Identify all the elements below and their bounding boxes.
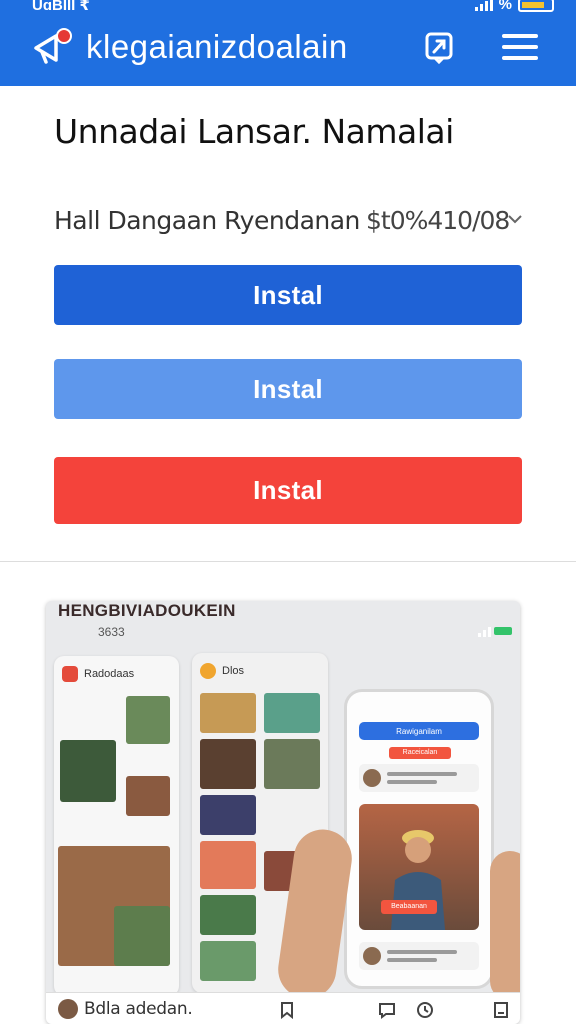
thumbnail xyxy=(114,906,170,966)
chat-icon[interactable] xyxy=(378,1001,396,1019)
app-title: klegaianizdoalain xyxy=(86,28,348,65)
thumbnail xyxy=(60,740,116,802)
status-right-text: % xyxy=(498,0,512,13)
page-heading: Unnadai Lansar. Namalai xyxy=(54,112,454,151)
top-app-bar: UɑBIII ₹ % klegaianizdoalain xyxy=(0,0,576,86)
app-bar: klegaianizdoalain xyxy=(0,16,576,86)
thumbnail xyxy=(126,776,170,816)
phone-list-item xyxy=(359,942,479,970)
bookmark-icon[interactable] xyxy=(278,1001,296,1020)
hamburger-menu-icon[interactable] xyxy=(502,34,538,62)
card-subtitle: 3633 xyxy=(98,625,125,639)
install-button-red[interactable]: Instal xyxy=(54,457,522,524)
avatar xyxy=(363,769,381,787)
preview-card[interactable]: HENGBIVIADOUKEIN 3633 Radodaas Dlos Rawi… xyxy=(46,601,520,1024)
avatar xyxy=(363,947,381,965)
avatar[interactable] xyxy=(58,999,78,1019)
phone-header: Rawiganilam xyxy=(359,722,479,740)
battery-icon xyxy=(518,0,554,12)
save-icon[interactable] xyxy=(492,1001,510,1019)
signal-icon xyxy=(474,0,493,11)
section-divider xyxy=(0,561,576,562)
notification-dot xyxy=(56,28,72,44)
battery-icon xyxy=(494,627,512,635)
panel-middle-header: Dlos xyxy=(200,663,244,679)
phone-mockup: Rawiganilam Raceicalan Beabaanan xyxy=(344,689,494,989)
status-left-text: UɑBIII ₹ xyxy=(32,0,90,14)
card-status-icons xyxy=(478,625,512,637)
phone-cta-bottom: Beabaanan xyxy=(381,900,437,914)
signal-icon xyxy=(478,625,491,637)
plan-select[interactable]: Hall Dangaan Ryendanan $t0%410/08 xyxy=(54,202,524,238)
phone-cta-top: Raceicalan xyxy=(389,747,451,759)
card-footer: Bdla adedan. xyxy=(46,992,520,1024)
thumbnail xyxy=(126,696,170,744)
app-logo-icon xyxy=(62,666,78,682)
thumbnail xyxy=(200,739,256,789)
panel-left-label: Radodaas xyxy=(84,668,135,680)
card-title: HENGBIVIADOUKEIN xyxy=(58,601,236,620)
panel-middle-label: Dlos xyxy=(222,665,245,677)
app-logo-icon xyxy=(200,663,216,679)
install-button-secondary[interactable]: Instal xyxy=(54,359,522,419)
hand-illustration xyxy=(490,851,520,1001)
panel-left-header: Radodaas xyxy=(62,666,134,682)
thumbnail xyxy=(200,895,256,935)
thumbnail xyxy=(264,739,320,789)
megaphone-icon[interactable] xyxy=(30,28,72,66)
phone-list-item xyxy=(359,764,479,792)
select-label: Hall Dangaan Ryendanan xyxy=(54,206,360,235)
install-button-primary[interactable]: Instal xyxy=(54,265,522,325)
status-right: % xyxy=(474,0,554,13)
clock-icon[interactable] xyxy=(416,1001,434,1019)
thumbnail xyxy=(200,941,256,981)
footer-name: Bdla adedan. xyxy=(84,999,193,1019)
status-bar: UɑBIII ₹ % xyxy=(0,0,576,16)
share-icon[interactable] xyxy=(422,30,456,65)
thumbnail xyxy=(200,693,256,733)
thumbnail xyxy=(264,693,320,733)
preview-panel-left: Radodaas xyxy=(54,656,179,996)
chevron-down-icon[interactable] xyxy=(506,210,524,228)
select-price: $t0%410/08 xyxy=(366,206,510,235)
thumbnail xyxy=(200,841,256,889)
thumbnail xyxy=(200,795,256,835)
